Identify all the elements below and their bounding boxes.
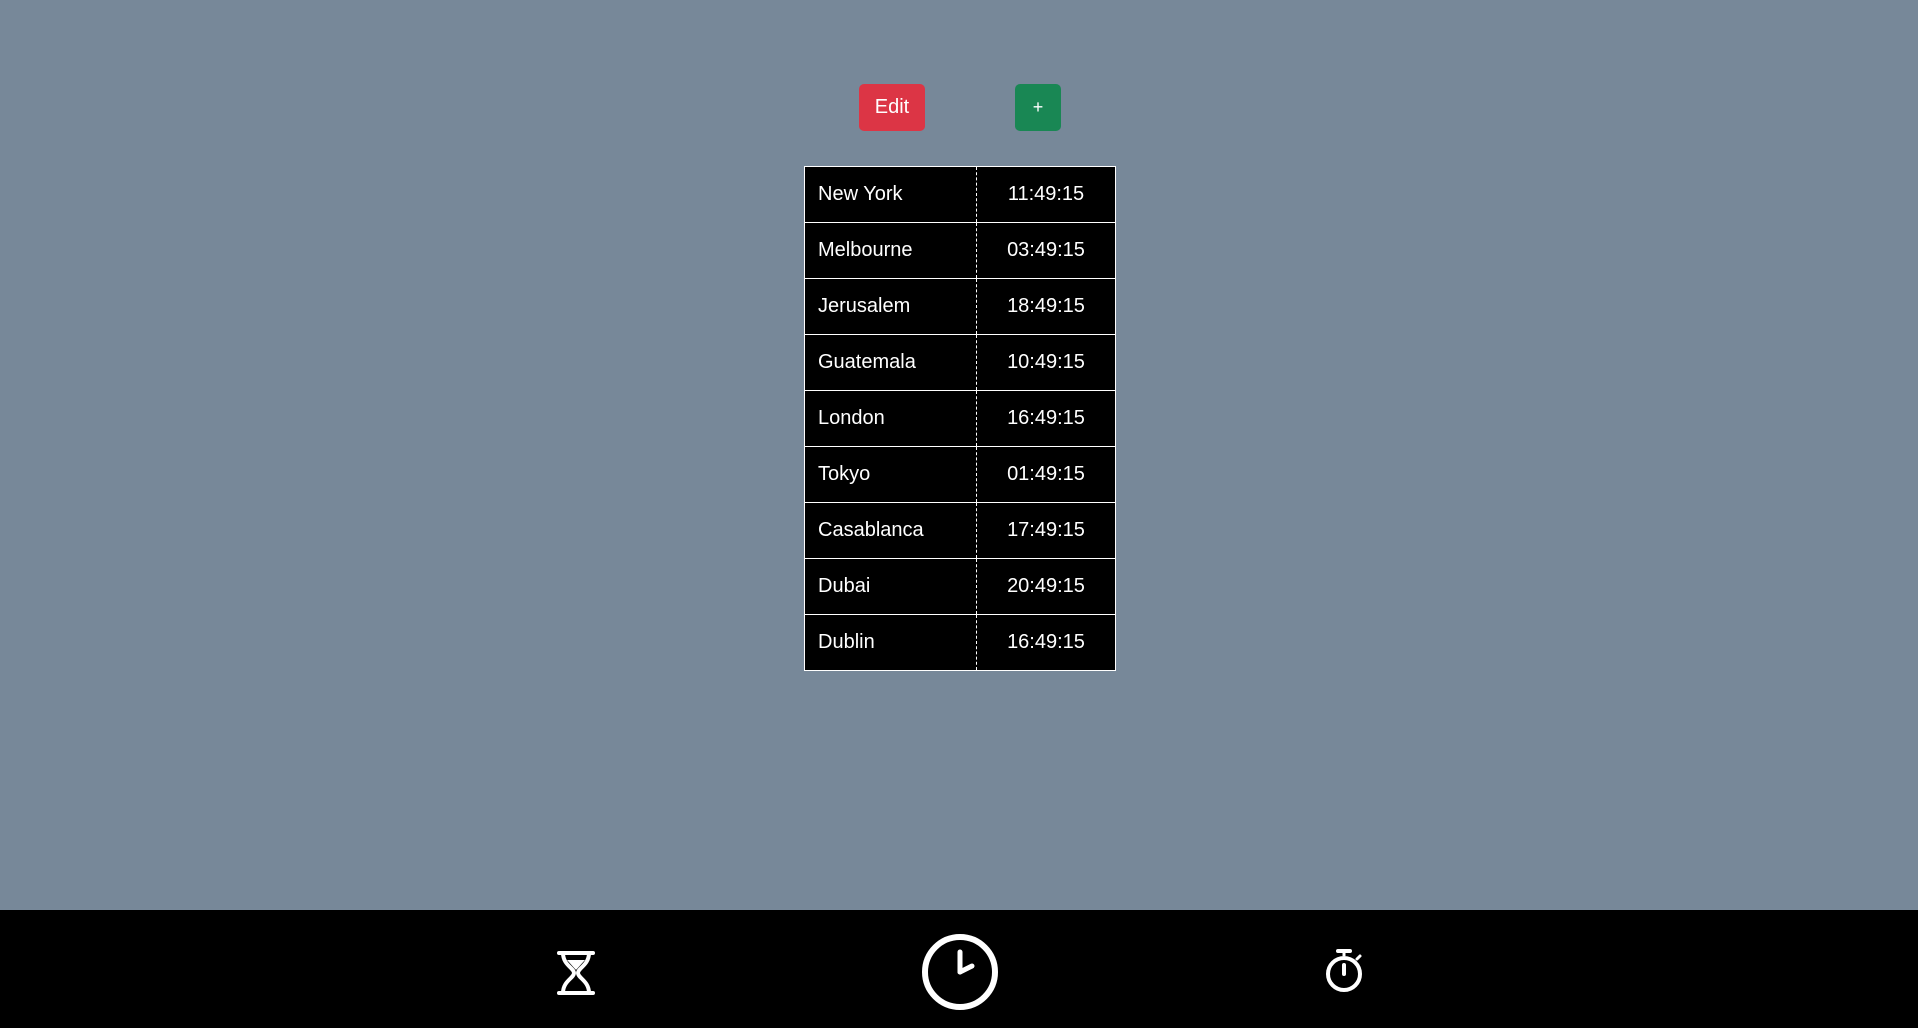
city-time: 01:49:15 [976, 446, 1116, 503]
city-name: Jerusalem [804, 278, 977, 335]
city-name: New York [804, 166, 977, 223]
city-time: 17:49:15 [976, 502, 1116, 559]
city-time: 03:49:15 [976, 222, 1116, 279]
city-time: 11:49:15 [976, 166, 1116, 223]
city-name: Casablanca [804, 502, 977, 559]
table-row[interactable]: Guatemala 10:49:15 [804, 334, 1116, 391]
city-time: 16:49:15 [976, 390, 1116, 447]
table-row[interactable]: London 16:49:15 [804, 390, 1116, 447]
city-time: 18:49:15 [976, 278, 1116, 335]
world-clock-table: New York 11:49:15 Melbourne 03:49:15 Jer… [804, 166, 1116, 671]
city-name: London [804, 390, 977, 447]
add-clock-button[interactable]: + [1015, 84, 1061, 131]
hourglass-icon [557, 951, 595, 995]
city-time: 20:49:15 [976, 558, 1116, 615]
city-name: Dubai [804, 558, 977, 615]
table-row[interactable]: New York 11:49:15 [804, 166, 1116, 223]
city-time: 16:49:15 [976, 614, 1116, 671]
table-row[interactable]: Dublin 16:49:15 [804, 614, 1116, 671]
city-name: Dublin [804, 614, 977, 671]
city-time: 10:49:15 [976, 334, 1116, 391]
timer-nav-button[interactable] [548, 945, 604, 1001]
clock-nav-button[interactable] [918, 930, 1002, 1014]
stopwatch-nav-button[interactable] [1318, 945, 1370, 997]
city-name: Melbourne [804, 222, 977, 279]
edit-button[interactable]: Edit [859, 84, 925, 131]
table-row[interactable]: Tokyo 01:49:15 [804, 446, 1116, 503]
stopwatch-icon [1326, 949, 1362, 992]
world-clock-page: Edit + New York 11:49:15 Melbourne 03:49… [0, 0, 1918, 1028]
table-row[interactable]: Dubai 20:49:15 [804, 558, 1116, 615]
table-row[interactable]: Casablanca 17:49:15 [804, 502, 1116, 559]
clock-icon [922, 934, 998, 1010]
city-name: Tokyo [804, 446, 977, 503]
footer-nav [0, 910, 1918, 1028]
city-name: Guatemala [804, 334, 977, 391]
table-row[interactable]: Jerusalem 18:49:15 [804, 278, 1116, 335]
table-row[interactable]: Melbourne 03:49:15 [804, 222, 1116, 279]
